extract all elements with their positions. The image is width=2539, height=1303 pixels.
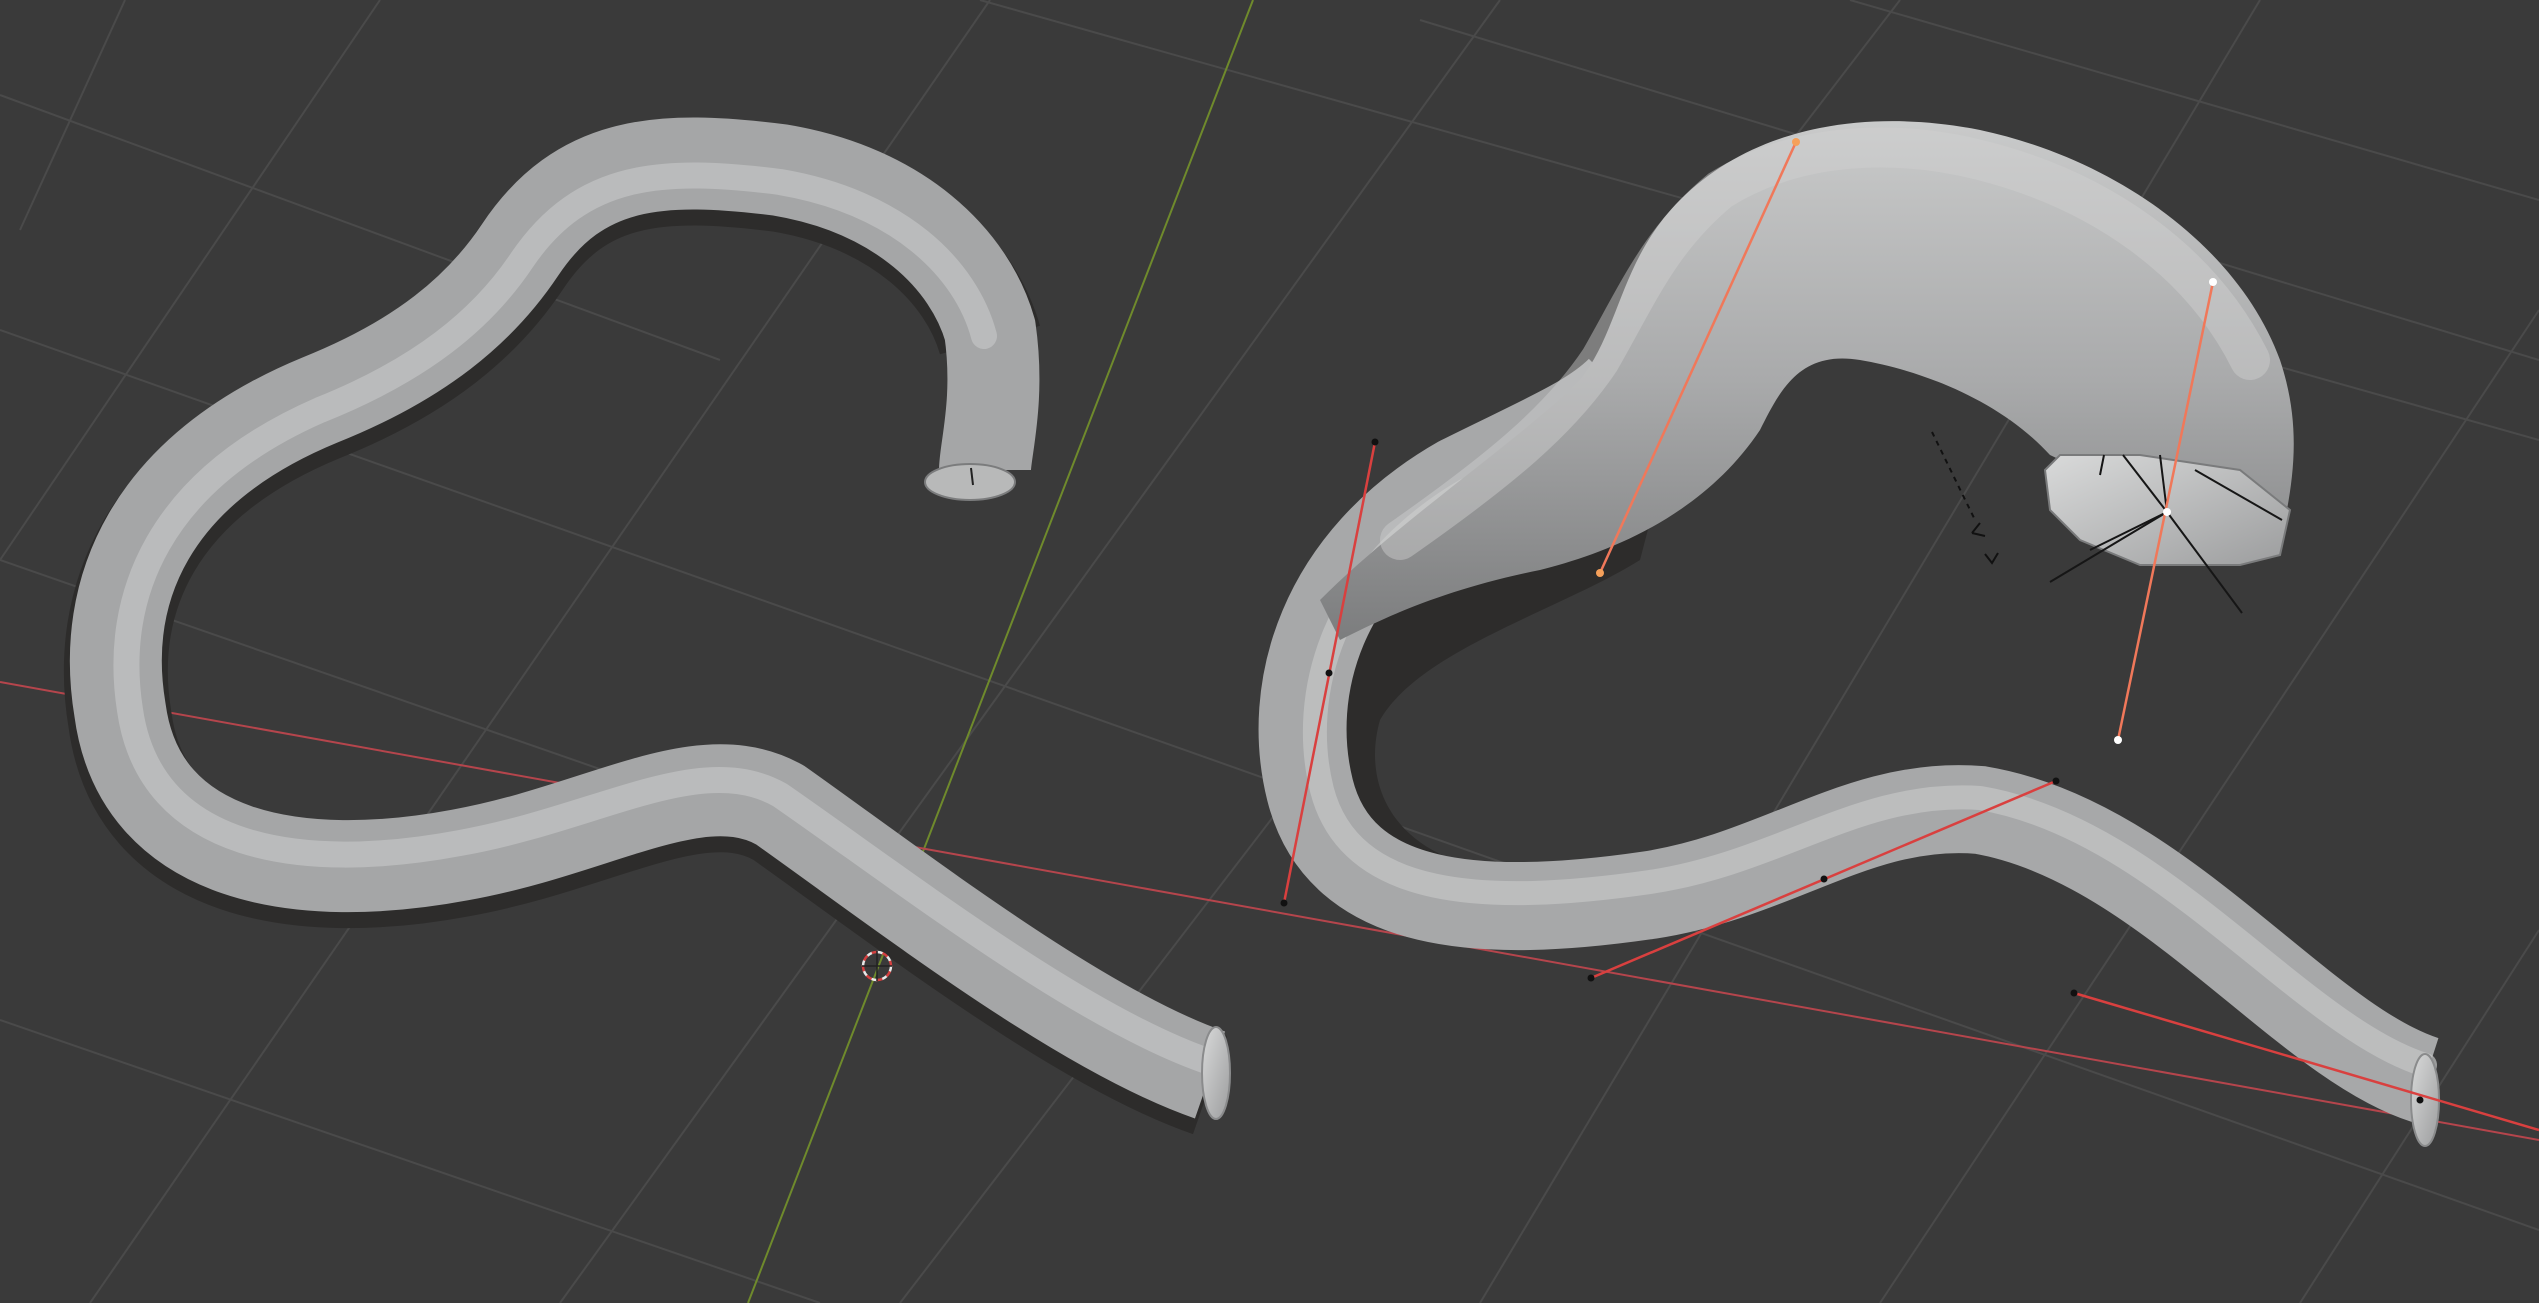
- control-point-selected[interactable]: [1792, 138, 1800, 146]
- scale-arrow-icon[interactable]: [1931, 431, 1999, 565]
- control-point[interactable]: [2052, 777, 2060, 785]
- control-point[interactable]: [1325, 669, 1333, 677]
- tube-start-cap: [924, 463, 1016, 501]
- tube-highlight: [113, 162, 1223, 1075]
- control-point[interactable]: [2416, 1096, 2424, 1104]
- tube-end-cap: [1201, 1026, 1231, 1120]
- 3d-viewport[interactable]: [0, 0, 2539, 1303]
- control-point[interactable]: [1371, 438, 1379, 446]
- control-point[interactable]: [1280, 899, 1288, 907]
- bezier-curve-tube[interactable]: [63, 117, 1231, 1135]
- control-point-active[interactable]: [2114, 736, 2122, 744]
- control-point-active[interactable]: [2163, 508, 2171, 516]
- control-point-active[interactable]: [2209, 278, 2217, 286]
- control-point-selected[interactable]: [1596, 569, 1604, 577]
- control-point[interactable]: [1587, 974, 1595, 982]
- bezier-curve-tube-taper[interactable]: [1258, 121, 2539, 1147]
- tube-body: [69, 117, 1226, 1119]
- control-point[interactable]: [1820, 875, 1828, 883]
- 3d-cursor-icon[interactable]: [861, 950, 893, 982]
- control-point[interactable]: [2070, 989, 2078, 997]
- viewport-canvas[interactable]: [0, 0, 2539, 1303]
